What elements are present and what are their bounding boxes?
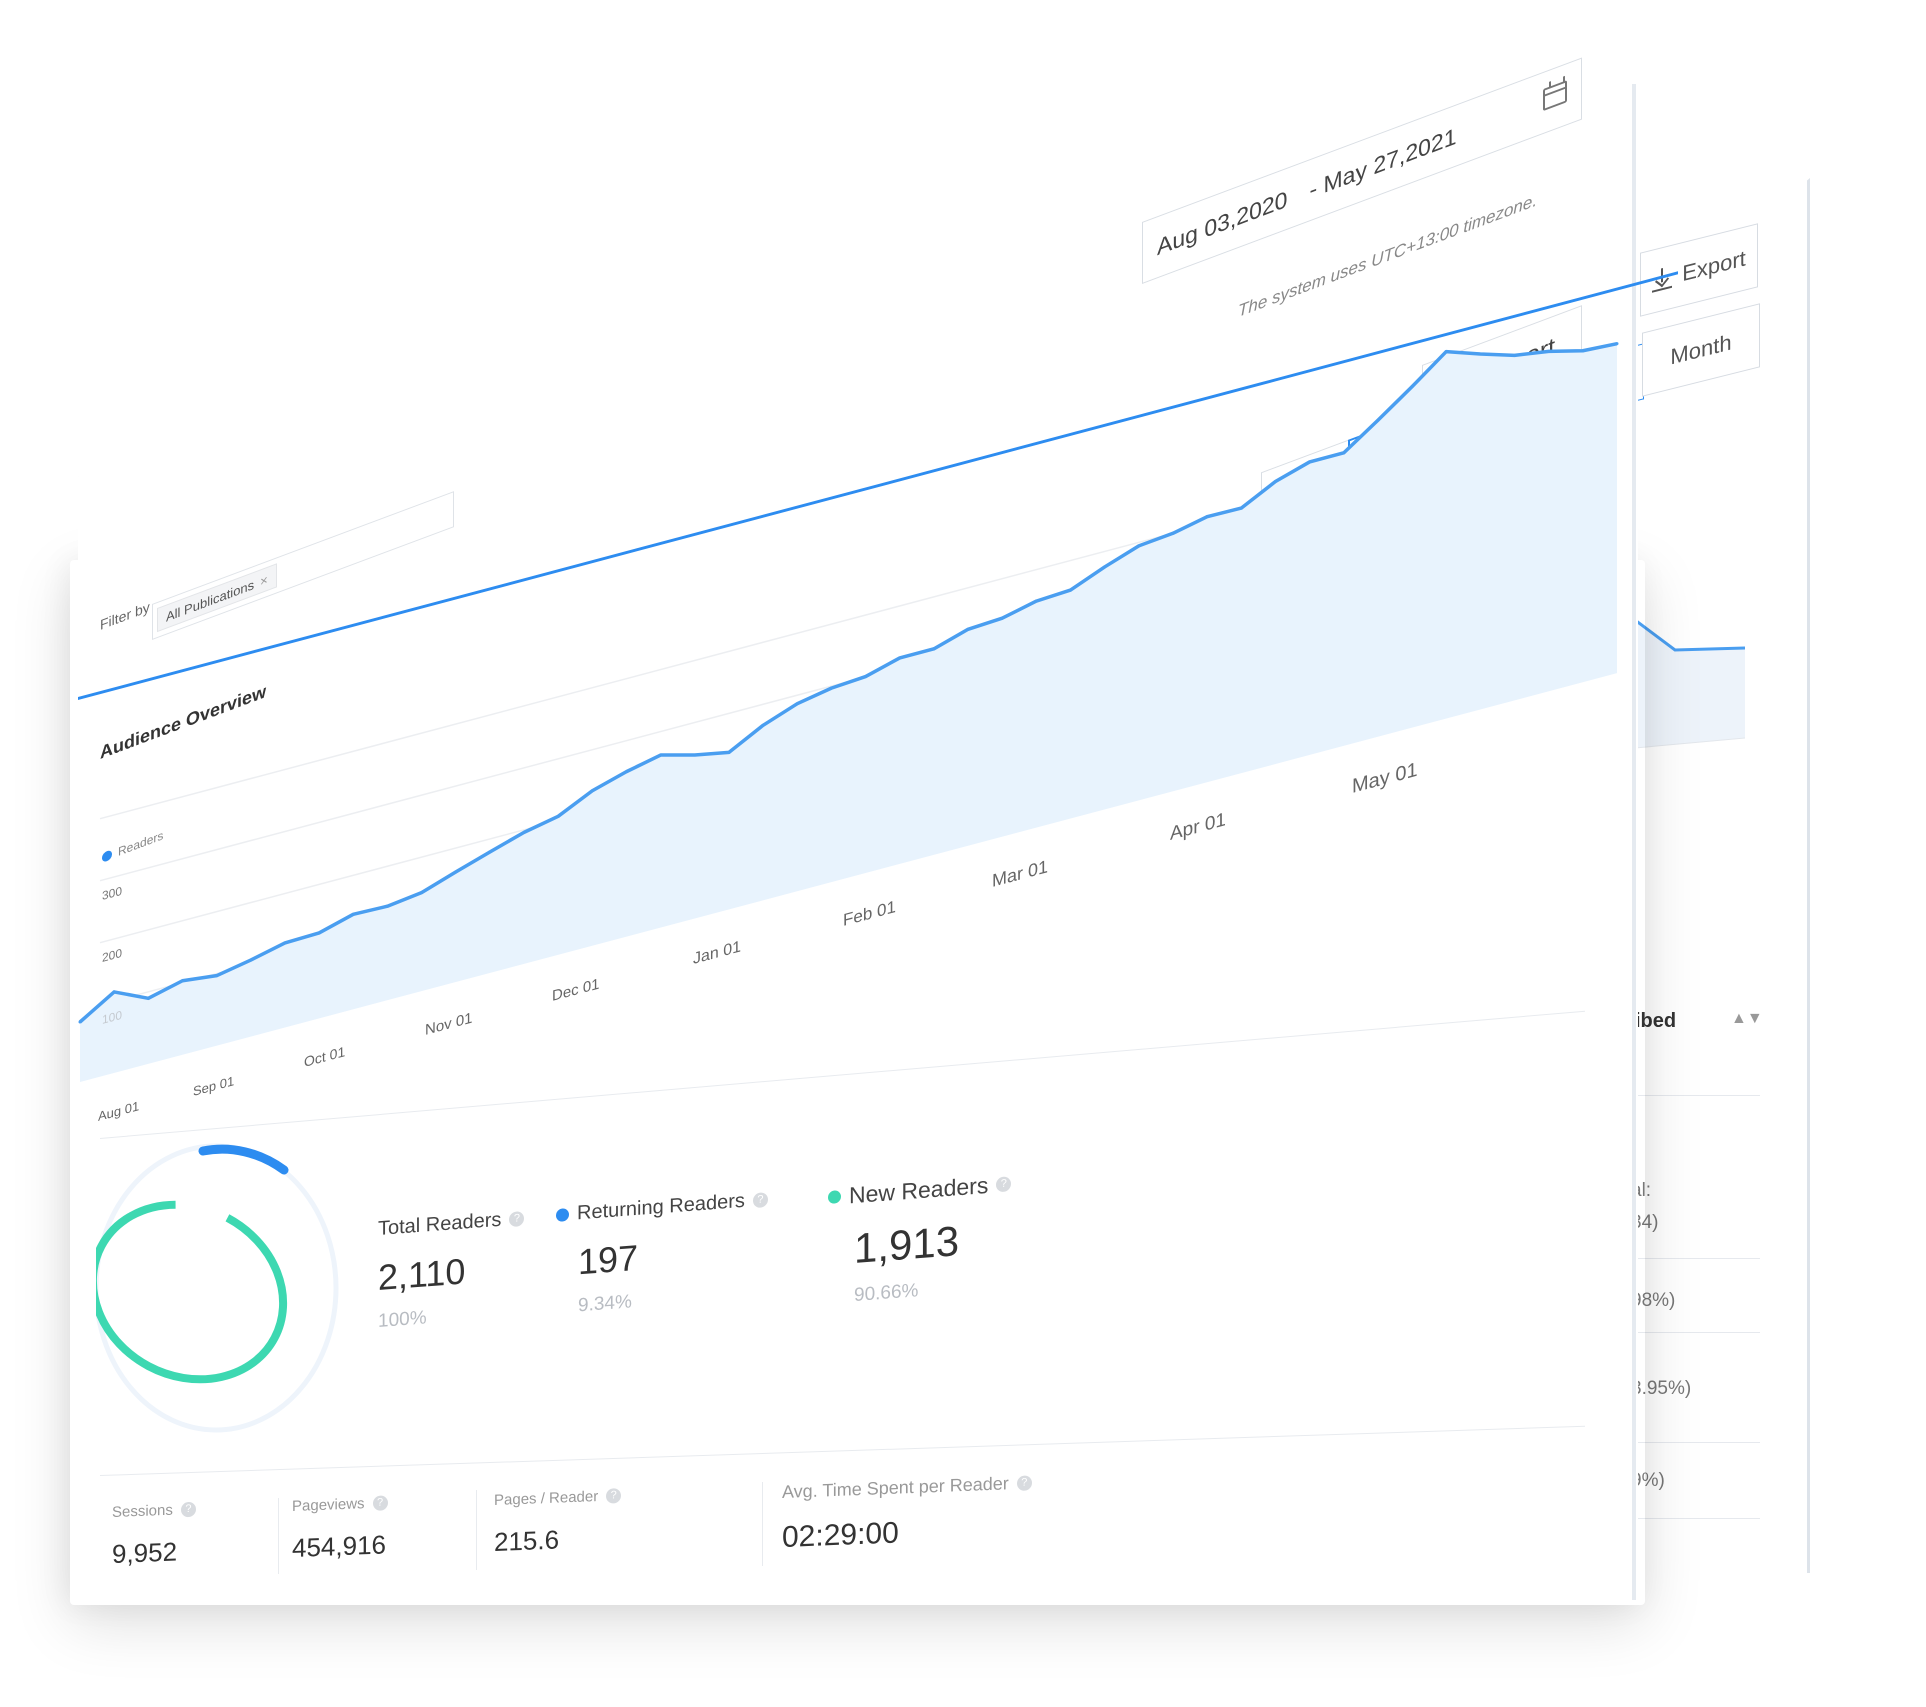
help-icon[interactable]: ? <box>752 1192 768 1209</box>
pageviews-label: Pageviews ? <box>292 1494 388 1515</box>
sessions-label: Sessions ? <box>112 1501 196 1521</box>
pages-per-reader-stat: Pages / Reader ? 215.6 <box>494 1487 622 1558</box>
pageviews-value: 454,916 <box>292 1529 386 1563</box>
total-readers-value: 2,110 <box>378 1250 466 1298</box>
returning-readers-arc <box>198 1144 289 1175</box>
stat-separator <box>476 1490 477 1570</box>
back-export-label: Export <box>1682 245 1746 287</box>
calendar-icon[interactable] <box>1543 80 1567 112</box>
pageviews-stat: Pageviews ? 454,916 <box>292 1494 388 1564</box>
stat-separator <box>278 1498 279 1574</box>
pages-per-reader-label: Pages / Reader ? <box>494 1487 622 1509</box>
returning-readers-metric: Returning Readers ? 197 9.34% <box>556 1188 768 1319</box>
back-month-label: Month <box>1670 329 1732 370</box>
readers-donut-chart <box>96 1143 339 1433</box>
sort-icon[interactable]: ▲▼ <box>1731 1010 1763 1028</box>
back-table: ibed ▲▼ al: 34) 98%) 3.95%) 9%) <box>1625 980 1763 1540</box>
help-icon[interactable]: ? <box>996 1176 1012 1193</box>
returning-readers-value: 197 <box>578 1236 639 1283</box>
new-readers-arc <box>96 1200 288 1384</box>
pageviews-text: Pageviews <box>292 1495 365 1515</box>
returning-dot-icon <box>556 1208 569 1222</box>
help-icon[interactable]: ? <box>606 1488 622 1504</box>
total-readers-metric: Total Readers ? 2,110 100% <box>378 1207 525 1333</box>
new-dot-icon <box>828 1190 841 1204</box>
new-readers-value: 1,913 <box>854 1217 960 1273</box>
dashboard-stage: Export Month ibed ▲▼ al: 34) 98%) 3.95%)… <box>0 0 1926 1707</box>
sessions-stat: Sessions ? 9,952 <box>112 1501 196 1570</box>
legend-dot-icon <box>102 849 112 863</box>
main-panel-edge <box>1632 84 1636 1600</box>
sessions-text: Sessions <box>112 1501 173 1521</box>
sessions-value: 9,952 <box>112 1536 178 1570</box>
help-icon[interactable]: ? <box>509 1210 525 1228</box>
help-icon[interactable]: ? <box>180 1501 196 1518</box>
pages-per-reader-text: Pages / Reader <box>494 1487 599 1509</box>
donut-outer-ring <box>96 1143 339 1433</box>
pages-per-reader-value: 215.6 <box>494 1524 560 1558</box>
help-icon[interactable]: ? <box>372 1495 388 1511</box>
remove-tag-icon[interactable]: × <box>260 571 268 589</box>
download-icon <box>1448 367 1469 397</box>
new-readers-metric: New Readers ? 1,913 90.66% <box>828 1170 1012 1309</box>
stat-separator <box>762 1482 763 1566</box>
back-chart <box>1635 620 1745 749</box>
help-icon[interactable]: ? <box>1016 1475 1032 1491</box>
avg-time-stat: Avg. Time Spent per Reader ? 02:29:00 <box>782 1472 1032 1555</box>
